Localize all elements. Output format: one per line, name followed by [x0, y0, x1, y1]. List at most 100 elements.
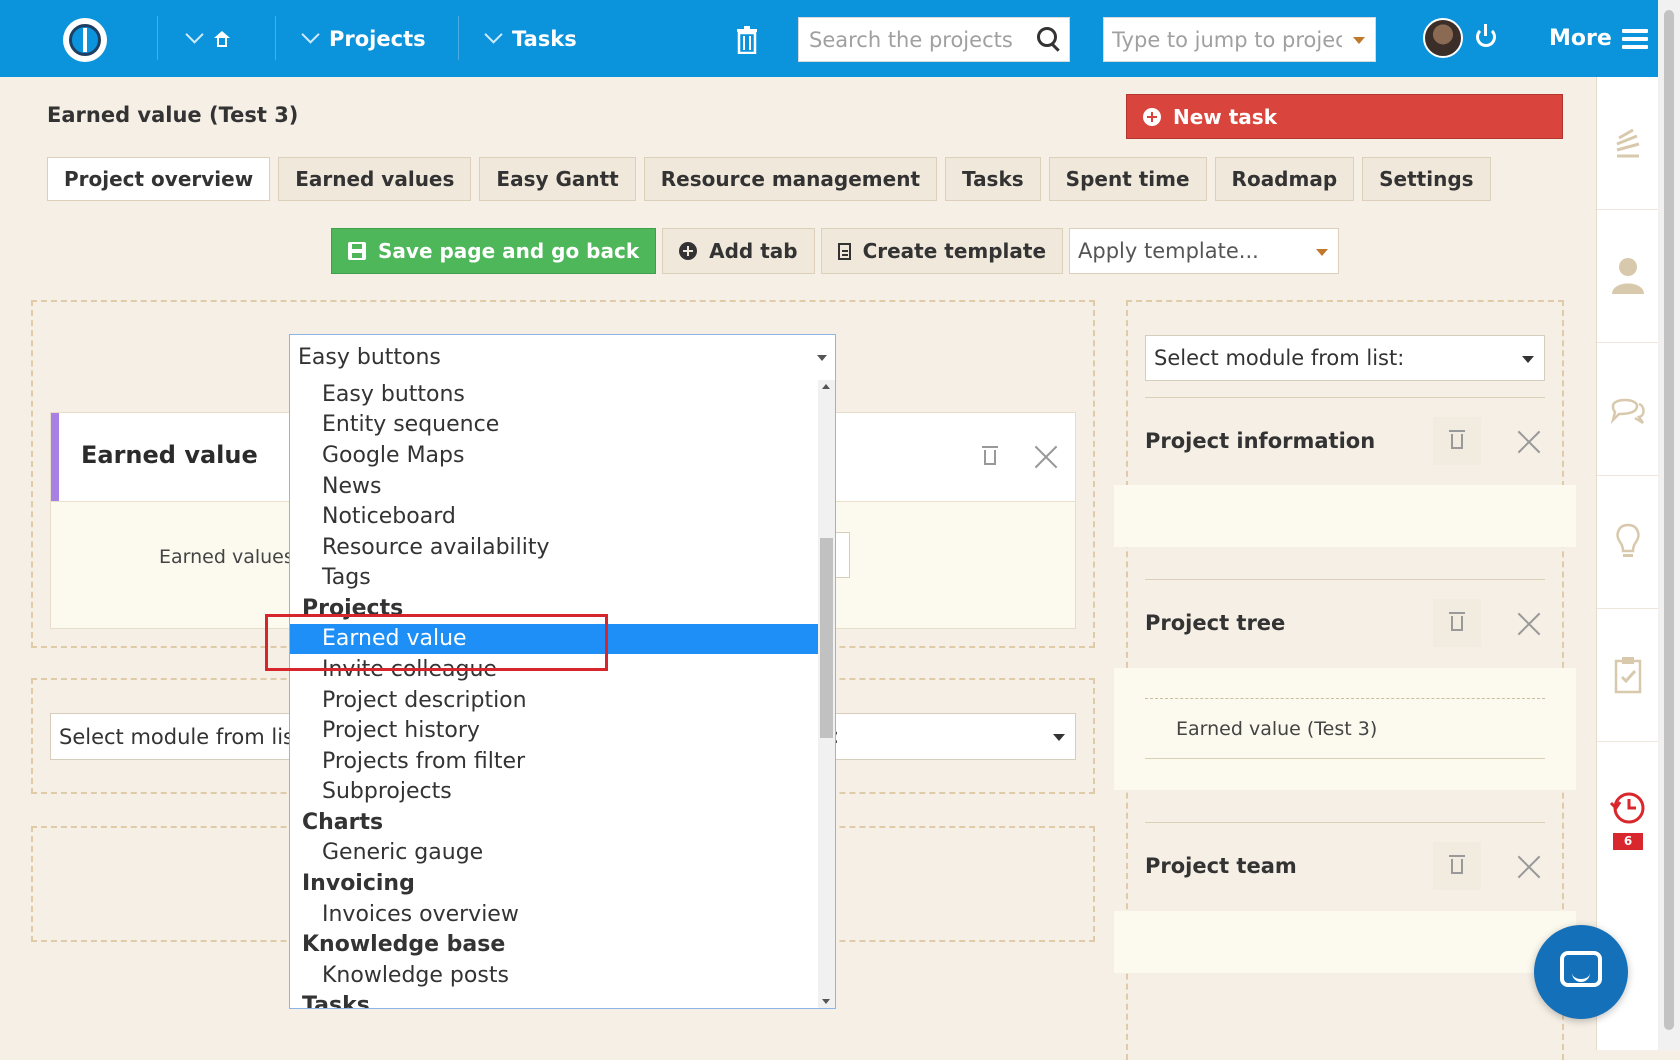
divider: [1145, 758, 1545, 759]
caret-down-icon: [1522, 356, 1534, 363]
option-noticeboard[interactable]: Noticeboard: [290, 502, 818, 532]
right-sidebar: [1596, 77, 1659, 1050]
trash-icon[interactable]: [982, 446, 998, 465]
trash-icon[interactable]: [736, 26, 758, 54]
close-icon[interactable]: [1516, 854, 1542, 880]
new-task-button[interactable]: New task: [1126, 94, 1563, 139]
search-input[interactable]: [799, 18, 1044, 61]
close-icon[interactable]: [1033, 444, 1059, 470]
right-module-select-value: Select module from list:: [1154, 346, 1405, 370]
module-type-select-value: Easy buttons: [298, 345, 441, 370]
project-tabs: Project overview Earned values Easy Gant…: [47, 157, 1491, 201]
create-template-button[interactable]: Create template: [820, 228, 1064, 274]
clipboard-check-icon: [1614, 657, 1642, 694]
support-chat-button[interactable]: [1534, 925, 1628, 1019]
option-generic-gauge[interactable]: Generic gauge: [290, 838, 818, 868]
rail-users[interactable]: [1597, 210, 1659, 343]
divider: [1145, 397, 1545, 398]
history-count-badge: 6: [1613, 833, 1643, 850]
dropdown-scrollbar-thumb[interactable]: [820, 538, 833, 738]
close-icon[interactable]: [1516, 611, 1542, 637]
option-group-tasks: Tasks: [302, 993, 370, 1009]
scroll-up-arrow-icon[interactable]: [822, 384, 830, 389]
trash-icon: [1449, 430, 1465, 449]
option-projects-from-filter[interactable]: Projects from filter: [290, 747, 818, 777]
tab-earned-values[interactable]: Earned values: [278, 157, 472, 201]
caret-down-icon[interactable]: [1353, 37, 1365, 44]
history-clock-icon: [1609, 792, 1645, 824]
apply-template-value: Apply template...: [1078, 239, 1259, 263]
option-invoices-overview[interactable]: Invoices overview: [290, 900, 818, 930]
dropdown-scrollbar[interactable]: [818, 380, 835, 1008]
tab-spent-time[interactable]: Spent time: [1048, 157, 1207, 201]
scroll-down-arrow-icon[interactable]: [822, 999, 830, 1004]
rail-ideas[interactable]: [1597, 476, 1659, 609]
page-scrollbar[interactable]: [1658, 0, 1680, 1050]
option-easy-buttons[interactable]: Easy buttons: [290, 380, 818, 410]
module-type-select[interactable]: Easy buttons: [289, 334, 836, 381]
add-tab-button[interactable]: Add tab: [662, 228, 815, 274]
chat-bubbles-icon: [1610, 398, 1645, 425]
project-team-trash-button[interactable]: [1433, 842, 1481, 890]
projects-menu-label: Projects: [329, 26, 426, 51]
avatar[interactable]: [1423, 18, 1463, 58]
right-module-select[interactable]: Select module from list:: [1145, 335, 1545, 381]
rail-activity[interactable]: [1597, 77, 1659, 210]
tab-easy-gantt[interactable]: Easy Gantt: [479, 157, 636, 201]
divider: [1145, 579, 1545, 580]
close-icon[interactable]: [1516, 429, 1542, 455]
apply-template-select[interactable]: Apply template...: [1069, 228, 1340, 274]
project-tree-item[interactable]: Earned value (Test 3): [1176, 718, 1377, 740]
home-menu[interactable]: [185, 0, 231, 77]
option-entity-sequence[interactable]: Entity sequence: [290, 410, 818, 440]
project-information-title: Project information: [1145, 429, 1376, 453]
app-logo-icon[interactable]: [63, 18, 107, 62]
projects-menu[interactable]: Projects: [301, 0, 426, 77]
floppy-disk-icon: [348, 242, 366, 260]
option-resource-availability[interactable]: Resource availability: [290, 533, 818, 563]
page-scrollbar-thumb[interactable]: [1664, 10, 1674, 1030]
project-team-title: Project team: [1145, 854, 1297, 878]
tab-roadmap[interactable]: Roadmap: [1214, 157, 1355, 201]
rail-chat[interactable]: [1597, 343, 1659, 476]
project-search-field[interactable]: [798, 17, 1070, 62]
module-body-label: Earned values: [159, 546, 294, 568]
home-icon: [213, 30, 231, 47]
tasks-menu[interactable]: Tasks: [484, 0, 577, 77]
hamburger-icon: [1621, 28, 1648, 49]
new-task-label: New task: [1173, 104, 1278, 129]
more-label: More: [1549, 26, 1612, 51]
tab-resource-management[interactable]: Resource management: [643, 157, 937, 201]
caret-down-icon: [1053, 734, 1065, 741]
user-icon: [1612, 258, 1644, 294]
option-project-description[interactable]: Project description: [290, 686, 818, 716]
chat-icon: [1560, 951, 1602, 987]
jump-to-project-field[interactable]: [1103, 17, 1376, 62]
rail-history[interactable]: [1597, 742, 1659, 874]
option-project-history[interactable]: Project history: [290, 716, 818, 746]
jump-input[interactable]: [1104, 18, 1350, 61]
tab-project-overview[interactable]: Project overview: [47, 157, 271, 201]
option-google-maps[interactable]: Google Maps: [290, 441, 818, 471]
search-icon[interactable]: [1037, 27, 1057, 47]
lightbulb-icon: [1616, 523, 1640, 557]
tab-settings[interactable]: Settings: [1362, 157, 1491, 201]
rail-checklist[interactable]: [1597, 609, 1659, 742]
caret-down-icon: [817, 355, 827, 361]
more-menu[interactable]: More: [1549, 0, 1648, 77]
project-tree-body: Earned value (Test 3): [1114, 668, 1576, 790]
save-page-button[interactable]: Save page and go back: [331, 228, 657, 274]
save-page-label: Save page and go back: [378, 239, 640, 263]
option-knowledge-posts[interactable]: Knowledge posts: [290, 961, 818, 991]
power-icon[interactable]: [1476, 24, 1496, 47]
tab-tasks[interactable]: Tasks: [945, 157, 1041, 201]
option-subprojects[interactable]: Subprojects: [290, 777, 818, 807]
project-information-trash-button[interactable]: [1433, 417, 1481, 465]
option-tags[interactable]: Tags: [290, 563, 818, 593]
option-news[interactable]: News: [290, 472, 818, 502]
topbar-divider: [157, 16, 158, 60]
project-tree-trash-button[interactable]: [1433, 599, 1481, 647]
project-team-body: [1114, 911, 1576, 973]
caret-down-icon: [1316, 249, 1329, 256]
chevron-down-icon: [484, 25, 503, 44]
